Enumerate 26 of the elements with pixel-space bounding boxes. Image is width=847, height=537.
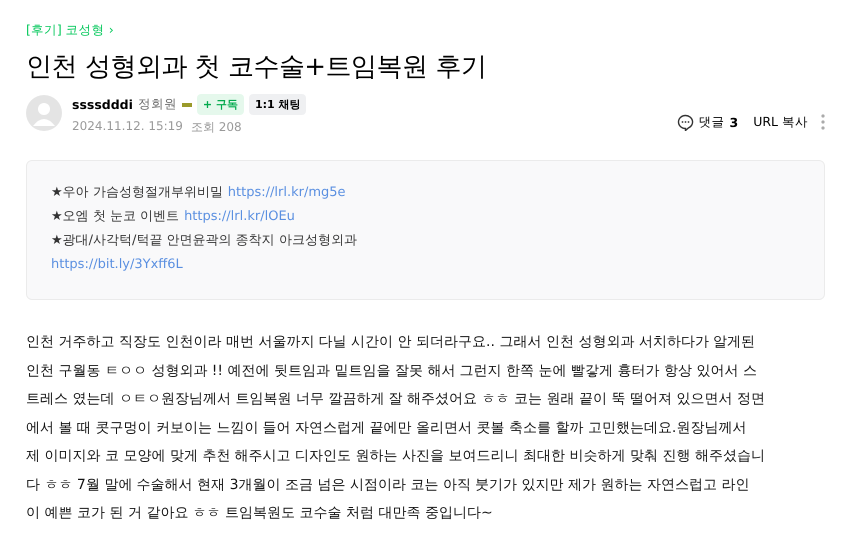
comment-count: 3 — [730, 114, 738, 130]
notice-text: ★오엠 첫 눈코 이벤트 — [51, 208, 180, 226]
body-text-line: 에서 볼 때 콧구멍이 커보이는 느낌이 들어 자연스럽게 끝에만 올리면서 콧볼 축소를 할까 고민했는데요.원장님께서 — [26, 418, 748, 438]
board-link[interactable]: [후기] 코성형 › — [26, 22, 114, 37]
notice-text: ★광대/사각턱/턱끝 안면윤곽의 종착지 아크성형외과 — [51, 232, 357, 250]
post-title: 인천 성형외과 첫 코수술+트임복원 후기 — [26, 51, 488, 84]
chat-button[interactable]: 1:1 채팅 — [248, 94, 306, 115]
comment-icon[interactable] — [676, 114, 694, 130]
body-text-line: 인천 구월동 ㅌㅇㅇ 성형외과 !! 예전에 뒷트임과 밑트임을 잘못 해서 그런지 한쪽 눈에 빨갛게 흉터가 항상 있어서 스 — [26, 362, 758, 380]
url-copy-button[interactable]: URL 복사 — [753, 114, 808, 130]
body-text-line: 이 예쁜 코가 된 거 같아요 ㅎㅎ 트임복원도 코수술 처럼 대만족 중입니다~ — [26, 504, 494, 523]
body-text-line: 인천 거주하고 직장도 인천이라 매번 서울까지 다닐 시간이 안 되더라구요.. 그래서 인천 성형외과 서치하다가 알게된 — [26, 333, 756, 352]
body-text-line: 트레스 였는데 ㅇㅌㅇ원장님께서 트임복원 너무 깔끔하게 잘 해주셨어요 ㅎㅎ 코는 원래 끝이 뚝 떨어져 있으면서 정면 — [26, 390, 766, 409]
subscribe-button[interactable]: + 구독 — [196, 94, 244, 115]
member-grade: 정회원 — [138, 96, 177, 113]
grade-icon — [182, 102, 192, 106]
notice-link[interactable]: https://bit.ly/3Yxff6L — [51, 253, 183, 277]
body-text-line: 제 이미지와 코 모양에 맞게 추천 해주시고 디자인도 원하는 사진을 보여드리니 최대한 비슷하게 맞춰 진행 해주셨습니 — [26, 447, 766, 466]
post-date: 2024.11.12. 15:19 — [72, 119, 183, 135]
comment-label[interactable]: 댓글 — [698, 114, 725, 130]
notice-text: ★우아 가슴성형절개부위비밀 — [51, 184, 223, 202]
author-name[interactable]: ssssdddi — [72, 97, 133, 112]
notice-link[interactable]: https://lrl.kr/lOEu — [184, 205, 295, 229]
view-count: 조회 208 — [190, 119, 242, 136]
body-text-line: 다 ㅎㅎ 7월 말에 수술해서 현재 3개월이 조금 넘은 시점이라 코는 아직 붓기가 있지만 제가 원하는 자연스럽고 라인 — [26, 476, 750, 494]
notice-link[interactable]: https://lrl.kr/mg5e — [228, 181, 346, 205]
